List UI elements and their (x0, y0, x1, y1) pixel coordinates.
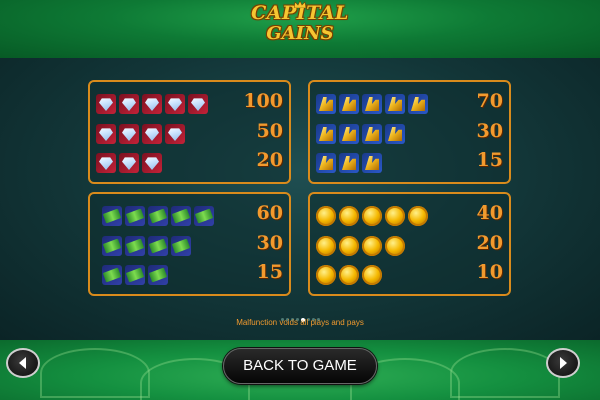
payout-value: 15 (476, 149, 503, 171)
back-to-game-button[interactable]: BACK TO GAME (223, 348, 377, 384)
payout-value: 100 (243, 90, 283, 112)
page-indicator (270, 309, 330, 322)
cash-icon (171, 206, 191, 226)
gold-coins-icon (339, 265, 359, 285)
paytable-row: 20 (310, 232, 509, 258)
gold-coins-icon (362, 265, 382, 285)
gold-bars-icon (316, 94, 336, 114)
ornament-swirl (40, 348, 150, 398)
cash-icon (125, 265, 145, 285)
paytable-panel-diamond: 100 50 20 (88, 80, 291, 184)
cash-icon (148, 206, 168, 226)
payout-value: 20 (256, 149, 283, 171)
cash-icon (148, 236, 168, 256)
paytable-row: 30 (90, 232, 289, 258)
gold-bars-icon (339, 124, 359, 144)
arrow-left-icon (19, 357, 26, 369)
gold-coins-icon (385, 236, 405, 256)
cash-icon (171, 236, 191, 256)
cash-icon (102, 236, 122, 256)
paytable-panel-cash: 60 30 15 (88, 192, 291, 296)
gold-coins-icon (339, 236, 359, 256)
diamond-icon (188, 94, 208, 114)
gold-coins-icon (316, 265, 336, 285)
disclaimer-text: Malfunction voids all plays and pays (236, 318, 364, 327)
cash-icon (125, 206, 145, 226)
paytable-row: 60 (90, 202, 289, 228)
gold-coins-icon (362, 236, 382, 256)
payout-value: 30 (476, 120, 503, 142)
gold-bars-icon (385, 124, 405, 144)
gold-bars-icon (362, 94, 382, 114)
gold-bars-icon (362, 124, 382, 144)
diamond-icon (165, 124, 185, 144)
gold-coins-icon (385, 206, 405, 226)
paytable-row: 10 (310, 261, 509, 287)
cash-icon (148, 265, 168, 285)
arrow-right-icon (560, 357, 567, 369)
gold-bars-icon (339, 153, 359, 173)
gold-bars-icon (339, 94, 359, 114)
diamond-icon (142, 94, 162, 114)
logo-line2: GAINS (266, 23, 334, 44)
gold-coins-icon (339, 206, 359, 226)
gold-coins-icon (316, 206, 336, 226)
paytable-row: 100 (90, 90, 289, 116)
payout-value: 10 (476, 261, 503, 283)
cash-icon (102, 265, 122, 285)
paytable-row: 50 (90, 120, 289, 146)
diamond-icon (119, 124, 139, 144)
paytable-row: 20 (90, 149, 289, 175)
gold-bars-icon (316, 124, 336, 144)
payout-value: 60 (256, 202, 283, 224)
next-page-button[interactable] (546, 348, 580, 378)
diamond-icon (96, 94, 116, 114)
gold-bars-icon (385, 94, 405, 114)
gold-coins-icon (362, 206, 382, 226)
game-logo: CAPITAL GAINS (250, 1, 350, 56)
payout-value: 30 (256, 232, 283, 254)
payout-value: 40 (476, 202, 503, 224)
paytable-row: 15 (310, 149, 509, 175)
crown-icon (294, 1, 306, 8)
gold-coins-icon (316, 236, 336, 256)
gold-bars-icon (408, 94, 428, 114)
diamond-icon (119, 153, 139, 173)
diamond-icon (96, 153, 116, 173)
diamond-icon (142, 153, 162, 173)
paytable-row: 70 (310, 90, 509, 116)
paytable-row: 15 (90, 261, 289, 287)
diamond-icon (165, 94, 185, 114)
gold-coins-icon (408, 206, 428, 226)
paytable-row: 40 (310, 202, 509, 228)
cash-icon (194, 206, 214, 226)
ornament-swirl (450, 348, 560, 398)
payout-value: 15 (256, 261, 283, 283)
cash-icon (125, 236, 145, 256)
cash-icon (102, 206, 122, 226)
diamond-icon (142, 124, 162, 144)
gold-bars-icon (316, 153, 336, 173)
diamond-icon (96, 124, 116, 144)
paytable-panel-gold-bars: 70 30 15 (308, 80, 511, 184)
diamond-icon (119, 94, 139, 114)
paytable-panel-gold-coins: 40 20 10 (308, 192, 511, 296)
previous-page-button[interactable] (6, 348, 40, 378)
payout-value: 70 (476, 90, 503, 112)
payout-value: 50 (256, 120, 283, 142)
paytable-row: 30 (310, 120, 509, 146)
gold-bars-icon (362, 153, 382, 173)
payout-value: 20 (476, 232, 503, 254)
